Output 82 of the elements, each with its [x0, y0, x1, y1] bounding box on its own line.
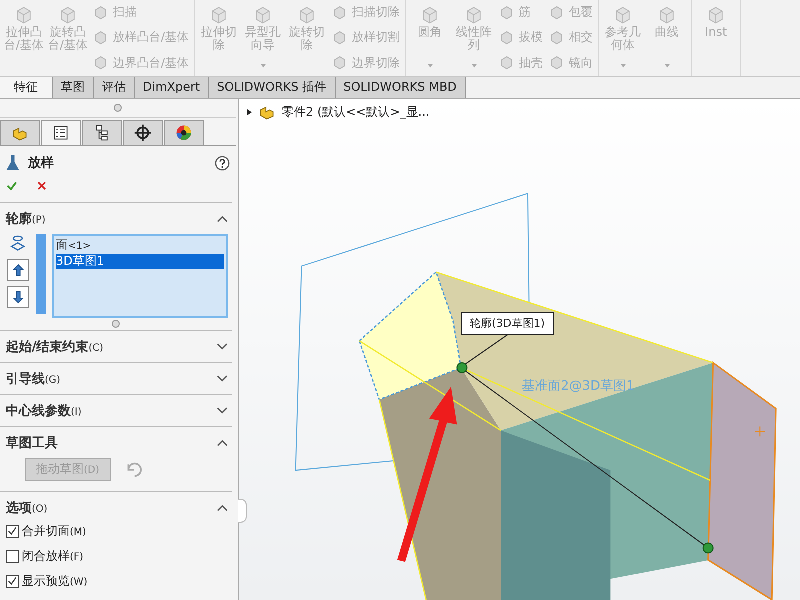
handle-point[interactable] — [456, 362, 468, 374]
toolbar-button[interactable]: 边界切除 — [332, 54, 400, 72]
feature-icon — [93, 4, 110, 21]
checkbox-label: 闭合放样(F) — [22, 548, 84, 565]
toolbar-button[interactable]: 相交 — [549, 29, 594, 46]
check-icon — [7, 576, 18, 587]
ribbon-tab[interactable]: 评估 — [94, 77, 135, 98]
feature-icon — [549, 30, 566, 46]
part-name[interactable]: 零件2 (默认<<默认>_显... — [282, 104, 430, 120]
toolbar-button[interactable]: 放样切割 — [332, 29, 400, 46]
section-header[interactable]: 中心线参数(I) — [0, 395, 232, 426]
ribbon-tab[interactable]: SOLIDWORKS 插件 — [209, 77, 336, 98]
toolbar-button[interactable]: 圆角 — [408, 0, 452, 76]
section-header[interactable]: 草图工具 — [0, 427, 232, 458]
toolbar-button[interactable]: 旋转凸 台/基体 — [46, 0, 90, 76]
feature-icon — [549, 55, 566, 72]
toolbar-button[interactable]: 筋 — [499, 4, 544, 22]
panel-tab[interactable] — [164, 120, 204, 145]
checkbox-label: 显示预览(W) — [22, 573, 88, 590]
feature-icon — [332, 55, 348, 72]
ok-icon[interactable] — [6, 180, 18, 192]
list-item[interactable]: 3D草图1 — [56, 254, 224, 269]
tree-icon — [93, 124, 111, 142]
checkbox[interactable] — [6, 575, 19, 588]
toolbar-button[interactable]: 抽壳 — [499, 54, 544, 72]
checkbox[interactable] — [6, 550, 19, 563]
handle-point[interactable] — [702, 542, 714, 554]
panel-collapse-handle[interactable] — [238, 499, 247, 523]
section-header[interactable]: 起始/结束约束(C) — [0, 331, 232, 362]
checkbox-label: 合并切面(M) — [22, 523, 86, 540]
property-list-icon — [52, 124, 70, 142]
loft-icon — [6, 154, 20, 172]
expand-icon[interactable] — [247, 108, 252, 116]
check-icon — [7, 526, 18, 537]
crosshair-icon — [134, 124, 152, 142]
splitter-handle[interactable] — [114, 104, 122, 112]
ribbon-tab[interactable]: SOLIDWORKS MBD — [336, 77, 466, 98]
panel-tab[interactable] — [82, 120, 122, 145]
toolbar-button[interactable]: 旋转切 除 — [285, 0, 330, 76]
move-up-button[interactable] — [7, 259, 29, 281]
toolbar-button[interactable]: 拔模 — [499, 29, 544, 46]
toolbar-button[interactable]: 线性阵 列 — [452, 0, 496, 76]
feature-icon — [93, 55, 110, 72]
toolbar-button[interactable]: Inst — [694, 0, 738, 76]
toolbar-button[interactable]: 拉伸切 除 — [197, 0, 242, 76]
profile-icon — [10, 234, 26, 254]
arrow-down-icon — [12, 290, 24, 304]
ribbon-tab[interactable]: 草图 — [53, 77, 94, 98]
help-icon[interactable] — [215, 156, 230, 170]
feature-icon — [549, 4, 566, 21]
list-item[interactable]: 面<1> — [56, 238, 224, 254]
toolbar-button[interactable]: 镜向 — [549, 54, 594, 72]
close-icon[interactable] — [36, 180, 48, 192]
callout-label: 轮廓(3D草图1) — [461, 312, 554, 335]
feature-icon — [499, 4, 516, 21]
color-wheel-icon — [175, 124, 193, 142]
toolbar-button[interactable]: 扫描 — [93, 4, 190, 22]
toolbar-button[interactable]: 拉伸凸 台/基体 — [2, 0, 46, 76]
section-header[interactable]: 选项(O) — [0, 492, 232, 523]
feature-icon — [499, 55, 516, 72]
toolbar-button[interactable]: 参考几 何体 — [601, 0, 646, 76]
toolbar-button[interactable]: 放样凸台/基体 — [93, 29, 190, 46]
toolbar-button[interactable]: 曲线 — [645, 0, 690, 76]
toolbar-button[interactable]: 异型孔 向导 — [241, 0, 286, 76]
resize-handle[interactable] — [112, 320, 120, 328]
feature-icon — [499, 30, 516, 46]
panel-tab[interactable] — [123, 120, 163, 145]
feature-icon — [93, 30, 110, 46]
section-header[interactable]: 轮廓(P) — [0, 203, 232, 234]
toolbar-button[interactable]: 边界凸台/基体 — [93, 54, 190, 72]
toolbar-button[interactable]: 扫描切除 — [332, 4, 400, 22]
ribbon-tab[interactable]: DimXpert — [135, 77, 210, 98]
move-down-button[interactable] — [7, 286, 29, 308]
leader-line — [462, 334, 510, 366]
arrow-up-icon — [12, 264, 24, 276]
feature-icon — [332, 30, 348, 46]
toolbar-button[interactable]: 包覆 — [549, 4, 594, 22]
panel-tab[interactable] — [41, 120, 81, 145]
checkbox[interactable] — [6, 525, 19, 538]
section-header[interactable]: 引导线(G) — [0, 363, 232, 394]
panel-title: 放样 — [28, 155, 55, 172]
feature-icon — [332, 4, 348, 21]
